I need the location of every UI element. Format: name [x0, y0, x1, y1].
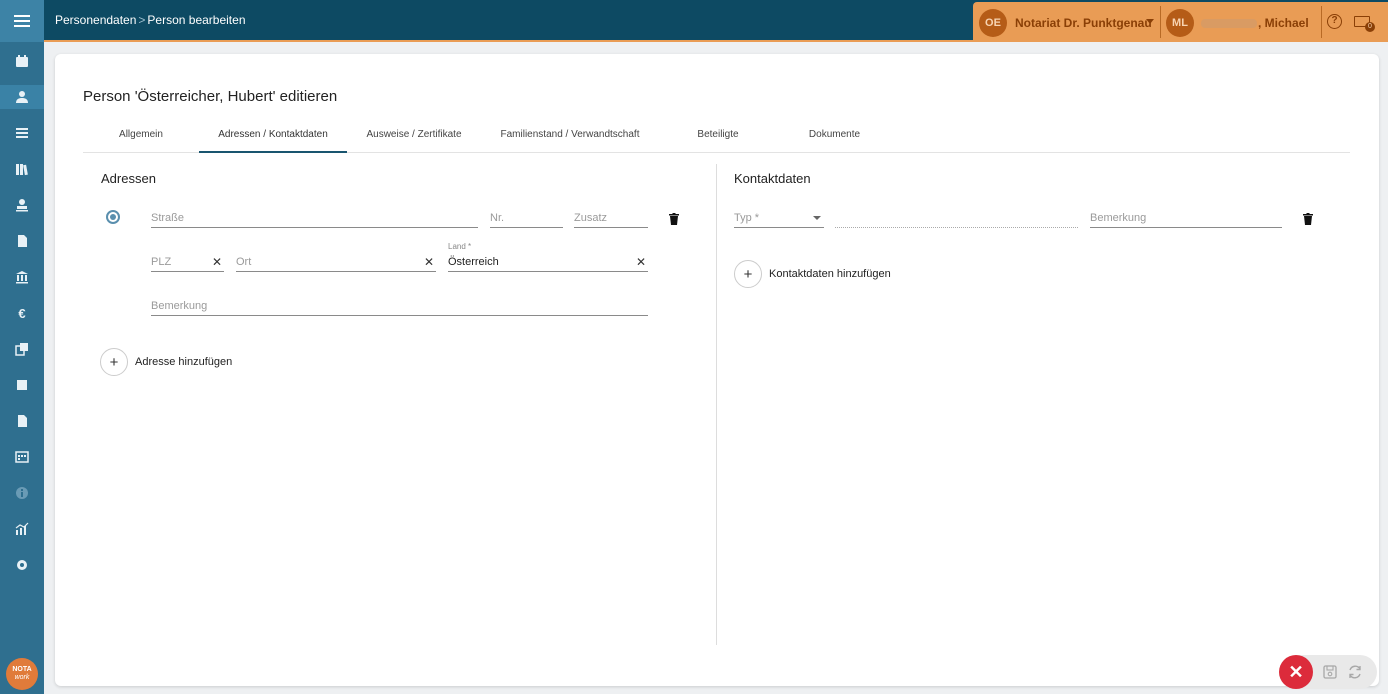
clear-zip-icon[interactable]: ✕ [212, 255, 222, 269]
country-label: Land * [448, 242, 472, 251]
zip-input[interactable]: PLZ ✕ [151, 252, 224, 272]
tab-ausweise-zertifikate[interactable]: Ausweise / Zertifikate [347, 129, 481, 153]
euro-icon[interactable]: € [0, 301, 44, 325]
city-placeholder: Ort [236, 256, 252, 268]
bank-icon[interactable] [0, 265, 44, 289]
number-placeholder: Nr. [490, 212, 505, 224]
addresses-title: Adressen [101, 171, 156, 186]
dropdown-arrow-icon [813, 216, 821, 220]
books-icon[interactable] [0, 157, 44, 181]
tab-beteiligte[interactable]: Beteiligte [659, 129, 777, 153]
gear-icon[interactable] [0, 553, 44, 577]
delete-contact-icon[interactable] [1303, 213, 1313, 225]
contact-remark-placeholder: Bemerkung [1090, 212, 1147, 224]
topbar: Personendaten > Person bearbeiten OE Notar… [44, 0, 1388, 42]
close-icon: ✕ [1288, 661, 1304, 682]
divider [1160, 6, 1161, 38]
hamburger-icon [14, 15, 30, 27]
contacts-title: Kontaktdaten [734, 171, 811, 186]
breadcrumb-current: Person bearbeiten [147, 13, 246, 27]
plus-icon: + [109, 353, 119, 371]
mail-icon[interactable]: 0 [1354, 16, 1375, 32]
person-icon[interactable] [0, 85, 44, 109]
add-contact-label[interactable]: Kontaktdaten hinzufügen [769, 268, 891, 280]
country-input[interactable]: Österreich ✕ [448, 252, 648, 272]
divider [1321, 6, 1322, 38]
user-avatar[interactable]: ML [1166, 9, 1194, 37]
close-button[interactable]: ✕ [1279, 655, 1313, 689]
add-address-label[interactable]: Adresse hinzufügen [135, 356, 232, 368]
tab-bar: Allgemein Adressen / Kontaktdaten Auswei… [83, 124, 1350, 153]
country-value: Österreich [448, 256, 499, 268]
contact-type-select[interactable]: Typ * [734, 208, 824, 228]
delete-address-icon[interactable] [669, 213, 679, 225]
primary-address-radio[interactable] [106, 210, 120, 224]
contact-type-placeholder: Typ * [734, 212, 760, 224]
breadcrumb: Personendaten > Person bearbeiten [55, 13, 246, 27]
copy-icon[interactable] [0, 337, 44, 361]
tab-dokumente[interactable]: Dokumente [777, 129, 892, 153]
document-icon[interactable] [0, 229, 44, 253]
clear-country-icon[interactable]: ✕ [636, 255, 646, 269]
number-input[interactable]: Nr. [490, 208, 563, 228]
list-icon[interactable] [0, 121, 44, 145]
tab-adressen-kontaktdaten[interactable]: Adressen / Kontaktdaten [199, 129, 347, 153]
clear-city-icon[interactable]: ✕ [424, 255, 434, 269]
contact-remark-input[interactable]: Bemerkung [1090, 208, 1282, 228]
sidebar: € NOTA work [0, 0, 44, 694]
street-placeholder: Straße [151, 212, 185, 224]
refresh-icon[interactable] [1347, 664, 1363, 680]
breadcrumb-separator: > [138, 13, 146, 27]
logo-subtext: work [14, 674, 30, 681]
calendar-icon[interactable] [0, 49, 44, 73]
calendar-grid-icon[interactable] [0, 445, 44, 469]
page-title: Person 'Österreicher, Hubert' editieren [83, 88, 338, 105]
contact-value-input[interactable] [835, 227, 1078, 228]
suffix-input[interactable]: Zusatz [574, 208, 648, 228]
chevron-down-icon[interactable] [1146, 19, 1154, 24]
square-icon[interactable] [0, 373, 44, 397]
city-input[interactable]: Ort ✕ [236, 252, 436, 272]
zip-placeholder: PLZ [151, 256, 172, 268]
mail-badge: 0 [1365, 22, 1375, 32]
logo-text: NOTA [12, 666, 32, 673]
notawork-logo: NOTA work [6, 658, 38, 690]
add-address-button[interactable]: + [100, 348, 128, 376]
redacted-name [1201, 19, 1257, 29]
info-icon[interactable] [0, 481, 44, 505]
help-icon[interactable]: ? [1327, 14, 1342, 29]
menu-button[interactable] [0, 0, 44, 42]
street-input[interactable]: Straße [151, 208, 478, 228]
office-avatar[interactable]: OE [979, 9, 1007, 37]
user-box: OE Notariat Dr. Punktgenau ML , Michael … [973, 2, 1388, 40]
save-icon[interactable] [1322, 664, 1338, 680]
action-group: ✕ [1279, 655, 1377, 689]
user-name[interactable]: , Michael [1201, 16, 1309, 30]
plus-icon: + [743, 265, 753, 283]
chart-icon[interactable] [0, 517, 44, 541]
office-name[interactable]: Notariat Dr. Punktgenau [1015, 16, 1152, 30]
address-remark-input[interactable]: Bemerkung [151, 296, 648, 316]
breadcrumb-personendaten[interactable]: Personendaten [55, 13, 136, 27]
stamp-icon[interactable] [0, 193, 44, 217]
suffix-placeholder: Zusatz [574, 212, 608, 224]
tab-familienstand[interactable]: Familienstand / Verwandtschaft [481, 129, 659, 153]
tab-allgemein[interactable]: Allgemein [83, 129, 199, 153]
user-name-suffix: , Michael [1258, 16, 1309, 30]
column-divider [716, 164, 717, 645]
address-remark-placeholder: Bemerkung [151, 300, 208, 312]
edit-card: Person 'Österreicher, Hubert' editieren … [55, 54, 1379, 686]
add-contact-button[interactable]: + [734, 260, 762, 288]
file-icon[interactable] [0, 409, 44, 433]
